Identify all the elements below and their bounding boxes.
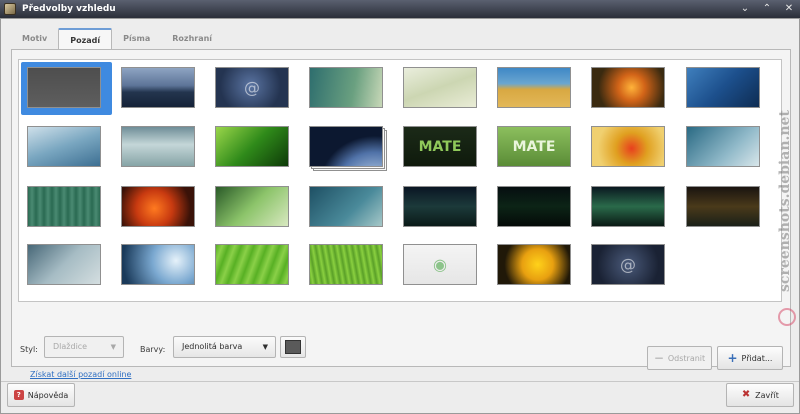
- style-row: Styl:: [20, 338, 38, 360]
- wallpaper-thumbnail-blue-drops[interactable]: [686, 67, 760, 108]
- plus-icon: +: [727, 351, 738, 365]
- dropdown-arrow-icon: ▼: [110, 343, 116, 351]
- colors-value: Jednolitá barva: [182, 342, 243, 351]
- wallpaper-thumbnail-light-fabric[interactable]: [403, 67, 477, 108]
- background-page: @ MATE MATE ◉ @ Styl: Dlaždice ▼ Barvy: Jedn…: [11, 49, 791, 367]
- wallpaper-thumbnail-aurora-amber[interactable]: [686, 186, 760, 227]
- wallpaper-thumbnail-blue-waves[interactable]: [27, 126, 101, 167]
- wallpaper-thumbnail-grass-sea[interactable]: [497, 67, 571, 108]
- colors-row: Barvy:: [140, 338, 165, 360]
- style-value: Dlaždice: [53, 342, 88, 351]
- wallpaper-thumbnail-gray-waves[interactable]: [121, 126, 195, 167]
- wallpaper-thumbnail-green-stripes[interactable]: [27, 186, 101, 227]
- wallpaper-thumbnail-grass-blades[interactable]: [309, 244, 383, 285]
- tab-background[interactable]: Pozadí: [58, 28, 113, 50]
- add-button[interactable]: + Přidat...: [717, 346, 783, 370]
- wallpaper-thumbnail-light-mate-logo[interactable]: ◉: [403, 244, 477, 285]
- close-button[interactable]: ✖ Zavřít: [726, 383, 794, 407]
- watermark: screenshots.debian.net: [775, 96, 795, 306]
- tab-bar: Motiv Pozadí Písma Rozhraní: [11, 28, 223, 50]
- wallpaper-grid[interactable]: @ MATE MATE ◉ @: [18, 59, 782, 302]
- colors-combo[interactable]: Jednolitá barva ▼: [173, 336, 276, 358]
- wallpaper-thumbnail-teal-bokeh[interactable]: [309, 186, 383, 227]
- wallpaper-thumbnail-green-leaf[interactable]: [215, 126, 289, 167]
- close-label: Zavřít: [755, 390, 779, 400]
- app-icon: [4, 3, 16, 15]
- wallpaper-thumbnail-earth-space[interactable]: [309, 126, 383, 167]
- wallpaper-logo-icon: @: [620, 255, 636, 274]
- wallpaper-thumbnail-green-leaf-2[interactable]: [215, 244, 289, 285]
- wallpaper-thumbnail-orange-flower-2[interactable]: [121, 186, 195, 227]
- tab-fonts[interactable]: Písma: [112, 28, 161, 50]
- wallpaper-thumbnail-sea-dusk[interactable]: [121, 67, 195, 108]
- close-window-icon[interactable]: ✕: [782, 2, 796, 16]
- window-title: Předvolby vzhledu: [22, 4, 116, 14]
- title-bar: Předvolby vzhledu ⌄ ⌃ ✕: [0, 0, 800, 18]
- tab-theme[interactable]: Motiv: [11, 28, 58, 50]
- add-label: Přidat...: [741, 353, 773, 363]
- wallpaper-thumbnail-debian-swirl-blue[interactable]: @: [215, 67, 289, 108]
- wallpaper-thumbnail-red-flower[interactable]: [591, 126, 665, 167]
- wallpaper-thumbnail-yellow-flower[interactable]: [497, 244, 571, 285]
- maximize-icon[interactable]: ⌃: [760, 2, 774, 16]
- watermark-text: screenshots.debian.net: [777, 110, 793, 292]
- wallpaper-thumbnail-mate-green[interactable]: MATE: [497, 126, 571, 167]
- wallpaper-logo-icon: @: [244, 78, 260, 97]
- wallpaper-logo-icon: ◉: [433, 255, 447, 274]
- style-combo: Dlaždice ▼: [44, 336, 124, 358]
- help-button[interactable]: ? Nápověda: [7, 383, 75, 407]
- help-icon: ?: [13, 390, 24, 400]
- separator: [1, 381, 799, 382]
- help-label: Nápověda: [27, 390, 69, 400]
- close-icon: ✖: [741, 389, 751, 400]
- wallpaper-thumbnail-debian-dark[interactable]: @: [591, 244, 665, 285]
- notebook: Motiv Pozadí Písma Rozhraní @ MATE MATE ◉ @ …: [11, 28, 791, 367]
- wallpaper-thumbnail-water-drop[interactable]: [121, 244, 195, 285]
- color-picker-button[interactable]: [280, 336, 306, 358]
- wallpaper-thumbnail-solid-gray[interactable]: [27, 67, 101, 108]
- color-swatch: [285, 340, 301, 354]
- wallpaper-thumbnail-green-stems[interactable]: [215, 186, 289, 227]
- appearance-preferences-window: Motiv Pozadí Písma Rozhraní @ MATE MATE ◉ @ …: [0, 18, 800, 414]
- remove-label: Odstranit: [667, 353, 706, 363]
- wallpaper-thumbnail-teal-curve[interactable]: [309, 67, 383, 108]
- mate-logo-text: MATE: [512, 138, 556, 155]
- wallpaper-thumbnail-aurora-green[interactable]: [591, 186, 665, 227]
- style-label: Styl:: [20, 344, 38, 354]
- watermark-logo-icon: [778, 308, 796, 326]
- mate-logo-text: MATE: [418, 138, 462, 155]
- wallpaper-thumbnail-gray-curves[interactable]: [27, 244, 101, 285]
- get-more-backgrounds-link[interactable]: Získat další pozadí online: [30, 370, 131, 379]
- minimize-icon[interactable]: ⌄: [738, 2, 752, 16]
- wallpaper-thumbnail-orange-flower[interactable]: [591, 67, 665, 108]
- wallpaper-thumbnail-aurora-dark[interactable]: [403, 186, 477, 227]
- dropdown-arrow-icon: ▼: [262, 343, 268, 351]
- remove-button[interactable]: − Odstranit: [647, 346, 712, 370]
- colors-label: Barvy:: [140, 344, 166, 354]
- wallpaper-thumbnail-mate-dark[interactable]: MATE: [403, 126, 477, 167]
- tab-interface[interactable]: Rozhraní: [161, 28, 223, 50]
- minus-icon: −: [653, 351, 664, 365]
- wallpaper-thumbnail-teal-mist[interactable]: [686, 126, 760, 167]
- wallpaper-thumbnail-aurora-darker[interactable]: [497, 186, 571, 227]
